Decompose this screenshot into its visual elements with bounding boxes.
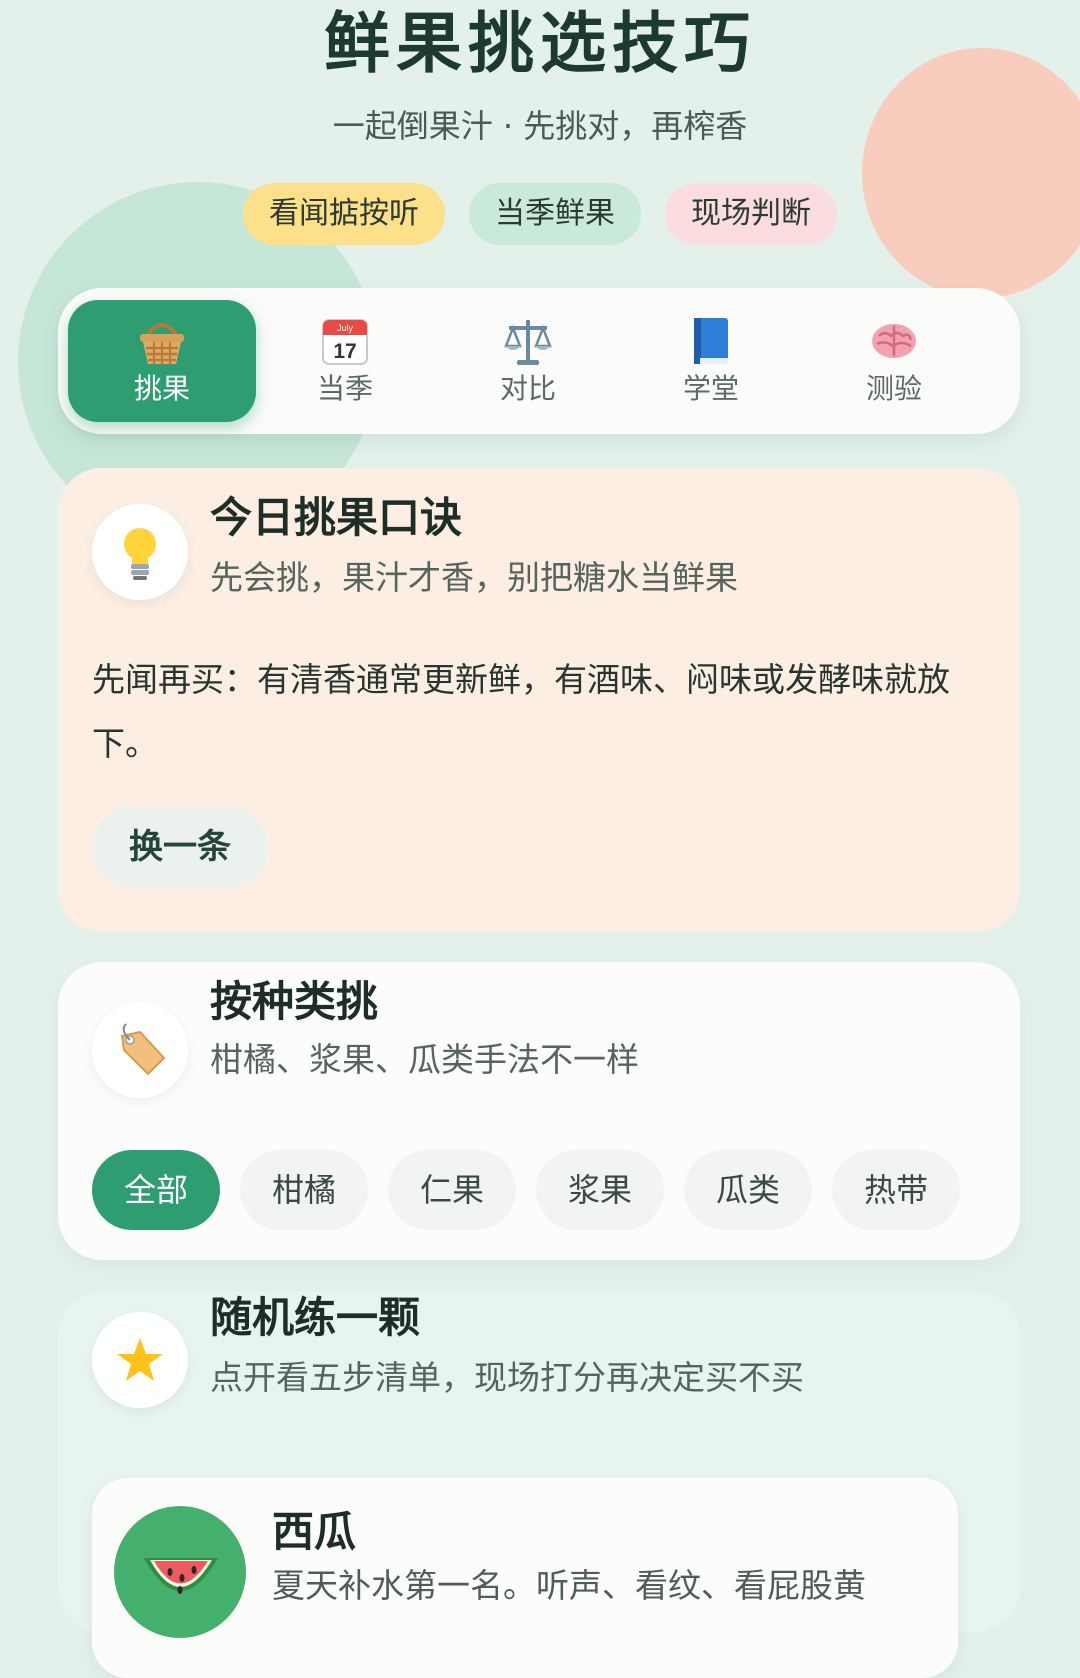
fruit-description: 夏天补水第一名。听声、看纹、看屁股黄 (272, 1566, 866, 1605)
star-icon (117, 1338, 163, 1381)
tag-icon (120, 1023, 166, 1076)
chip-on-site[interactable]: 现场判断 (665, 183, 837, 245)
watermelon-icon (144, 1558, 218, 1594)
lightbulb-icon (124, 528, 156, 580)
fruit-avatar (114, 1506, 246, 1638)
category-subtitle: 柑橘、浆果、瓜类手法不一样 (210, 1040, 639, 1079)
brain-icon (800, 314, 988, 372)
tab-label: 学堂 (682, 372, 739, 405)
tab-compare[interactable]: 对比 (434, 300, 622, 422)
decorative-peach-circle (862, 48, 1080, 298)
tab-label: 挑果 (133, 372, 190, 405)
tip-icon-container (92, 504, 188, 600)
practice-title: 随机练一颗 (210, 1293, 421, 1342)
calendar-icon: July 17 (251, 314, 439, 372)
chip-look-smell[interactable]: 看闻掂按听 (243, 183, 445, 245)
tab-quiz[interactable]: 测验 (800, 300, 988, 422)
page-subtitle: 一起倒果汁 · 先挑对，再榨香 (332, 107, 748, 145)
tab-label: 对比 (499, 372, 556, 405)
filter-tropical[interactable]: 热带 (832, 1150, 960, 1230)
tab-season[interactable]: July 17 当季 (251, 300, 439, 422)
book-icon (617, 314, 805, 372)
calendar-day: 17 (333, 340, 356, 363)
practice-card: 随机练一颗 点开看五步清单，现场打分再决定买不买 西瓜 夏天补水第一名。听声、看… (58, 1292, 1020, 1678)
filter-citrus[interactable]: 柑橘 (240, 1150, 368, 1230)
fruit-name: 西瓜 (272, 1507, 357, 1556)
tab-school[interactable]: 学堂 (617, 300, 805, 422)
fruit-card-watermelon[interactable]: 西瓜 夏天补水第一名。听声、看纹、看屁股黄 (92, 1478, 958, 1678)
tip-body: 先闻再买：有清香通常更新鲜，有酒味、闷味或发酵味就放下。 (92, 660, 950, 763)
practice-subtitle: 点开看五步清单，现场打分再决定买不买 (210, 1358, 804, 1397)
filter-berry[interactable]: 浆果 (536, 1150, 664, 1230)
category-filters: 全部 柑橘 仁果 浆果 瓜类 热带 (92, 1150, 960, 1230)
tab-label: 测验 (865, 372, 922, 405)
tip-subtitle: 先会挑，果汁才香，别把糖水当鲜果 (210, 558, 738, 597)
tip-title: 今日挑果口诀 (210, 493, 463, 542)
category-icon-container (92, 1002, 188, 1098)
swap-tip-button[interactable]: 换一条 (92, 806, 268, 888)
category-title: 按种类挑 (210, 977, 379, 1026)
filter-all[interactable]: 全部 (92, 1150, 220, 1230)
chip-seasonal[interactable]: 当季鲜果 (469, 183, 641, 245)
filter-pome[interactable]: 仁果 (388, 1150, 516, 1230)
filter-melon[interactable]: 瓜类 (684, 1150, 812, 1230)
daily-tip-card: 今日挑果口诀 先会挑，果汁才香，别把糖水当鲜果 先闻再买：有清香通常更新鲜，有酒… (58, 468, 1020, 932)
category-card: 按种类挑 柑橘、浆果、瓜类手法不一样 全部 柑橘 仁果 浆果 瓜类 热带 (58, 962, 1020, 1260)
practice-icon-container (92, 1312, 188, 1408)
tab-label: 当季 (316, 372, 373, 405)
scale-icon (434, 314, 622, 372)
tab-bar: 挑果 July 17 当季 对比 学堂 测验 (58, 288, 1020, 434)
basket-icon (68, 314, 256, 372)
calendar-month: July (337, 323, 354, 333)
feature-chips: 看闻掂按听 当季鲜果 现场判断 (0, 183, 1080, 245)
page-title: 鲜果挑选技巧 (324, 5, 756, 82)
tab-pick[interactable]: 挑果 (68, 300, 256, 422)
